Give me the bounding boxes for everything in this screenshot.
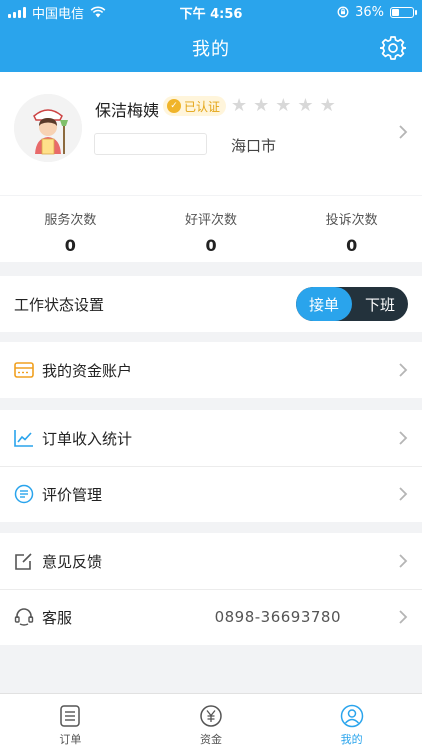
header: 中国电信 下午 4:56 36% 我的 bbox=[0, 0, 422, 72]
gear-icon[interactable] bbox=[380, 35, 406, 61]
city-label: 海口市 bbox=[231, 137, 277, 155]
user-name: 保洁梅姨 bbox=[95, 101, 160, 120]
wifi-icon bbox=[90, 6, 106, 18]
menu-item-feedback[interactable]: 意见反馈 bbox=[0, 533, 422, 589]
menu-item-income-stats[interactable]: 订单收入统计 bbox=[0, 410, 422, 466]
battery-icon bbox=[390, 6, 417, 18]
star-icon: ★ bbox=[253, 95, 270, 116]
profile-blank-field bbox=[94, 133, 207, 155]
menu-item-customer-service[interactable]: 客服 0898-36693780 bbox=[0, 589, 422, 645]
menu-label: 客服 bbox=[42, 608, 73, 627]
status-bar: 中国电信 下午 4:56 36% bbox=[0, 0, 422, 24]
tab-label: 我的 bbox=[340, 733, 363, 746]
tab-funds[interactable]: 资金 bbox=[141, 694, 282, 750]
headset-icon bbox=[14, 607, 34, 627]
menu-group-orders: 订单收入统计 评价管理 bbox=[0, 410, 422, 522]
stat-value: 0 bbox=[205, 236, 217, 255]
chevron-right-icon bbox=[399, 431, 408, 445]
wallet-icon bbox=[14, 360, 34, 380]
tab-bar: 订单 资金 我的 bbox=[0, 693, 422, 750]
check-icon: ✓ bbox=[167, 99, 181, 113]
signal-icon bbox=[8, 6, 26, 18]
menu-label: 意见反馈 bbox=[42, 552, 103, 571]
status-time: 下午 4:56 bbox=[179, 6, 243, 22]
menu-item-review-management[interactable]: 评价管理 bbox=[0, 466, 422, 522]
stat-value: 0 bbox=[64, 236, 76, 255]
menu-group-support: 意见反馈 客服 0898-36693780 bbox=[0, 533, 422, 645]
tab-label: 资金 bbox=[200, 733, 222, 746]
stats-bar: 服务次数 0 好评次数 0 投诉次数 0 bbox=[0, 196, 422, 262]
rating-stars: ★ ★ ★ ★ ★ bbox=[231, 97, 336, 115]
work-status-label: 工作状态设置 bbox=[14, 296, 105, 314]
orientation-lock-icon bbox=[337, 6, 349, 18]
chevron-right-icon bbox=[399, 363, 408, 377]
tab-mine[interactable]: 我的 bbox=[281, 694, 422, 750]
menu-label: 我的资金账户 bbox=[42, 361, 133, 380]
stat-label: 服务次数 bbox=[44, 213, 97, 228]
menu-group-account: 我的资金账户 bbox=[0, 342, 422, 398]
star-icon: ★ bbox=[297, 95, 314, 116]
stat-label: 投诉次数 bbox=[325, 213, 378, 228]
menu-item-fund-account[interactable]: 我的资金账户 bbox=[0, 342, 422, 398]
star-icon: ★ bbox=[231, 95, 248, 116]
profile-card[interactable]: 保洁梅姨 ✓ 已认证 ★ ★ ★ ★ ★ 海口市 bbox=[0, 72, 422, 195]
profile-icon bbox=[340, 704, 363, 728]
page-title: 我的 bbox=[192, 39, 230, 60]
avatar-illustration bbox=[14, 94, 82, 162]
tab-label: 订单 bbox=[59, 733, 82, 746]
toggle-off-duty[interactable]: 下班 bbox=[352, 287, 408, 321]
stat-complaint-count: 投诉次数 0 bbox=[281, 196, 422, 262]
stat-service-count: 服务次数 0 bbox=[0, 196, 141, 262]
stat-good-review-count: 好评次数 0 bbox=[141, 196, 282, 262]
money-icon bbox=[200, 705, 222, 727]
star-icon: ★ bbox=[275, 95, 292, 116]
tab-orders[interactable]: 订单 bbox=[0, 694, 141, 750]
verified-badge: ✓ 已认证 bbox=[163, 96, 227, 116]
work-status-row: 工作状态设置 接单 下班 bbox=[0, 276, 422, 332]
verified-label: 已认证 bbox=[184, 99, 221, 114]
edit-icon bbox=[14, 551, 34, 571]
order-icon bbox=[60, 705, 81, 727]
chevron-right-icon bbox=[399, 610, 408, 624]
avatar[interactable] bbox=[14, 94, 82, 162]
star-icon: ★ bbox=[319, 95, 336, 116]
carrier-label: 中国电信 bbox=[32, 6, 85, 22]
menu-label: 评价管理 bbox=[42, 485, 103, 504]
nav-bar: 我的 bbox=[0, 24, 422, 72]
stat-label: 好评次数 bbox=[185, 213, 238, 228]
review-icon bbox=[14, 484, 34, 504]
work-status-toggle[interactable]: 接单 下班 bbox=[296, 287, 408, 321]
chevron-right-icon bbox=[399, 554, 408, 568]
menu-label: 订单收入统计 bbox=[42, 429, 133, 448]
toggle-accept-orders[interactable]: 接单 bbox=[296, 287, 352, 321]
stat-value: 0 bbox=[346, 236, 358, 255]
chevron-right-icon[interactable] bbox=[398, 124, 408, 140]
service-phone[interactable]: 0898-36693780 bbox=[215, 608, 341, 626]
line-chart-icon bbox=[14, 428, 34, 448]
battery-percent: 36% bbox=[355, 4, 384, 20]
chevron-right-icon bbox=[399, 487, 408, 501]
